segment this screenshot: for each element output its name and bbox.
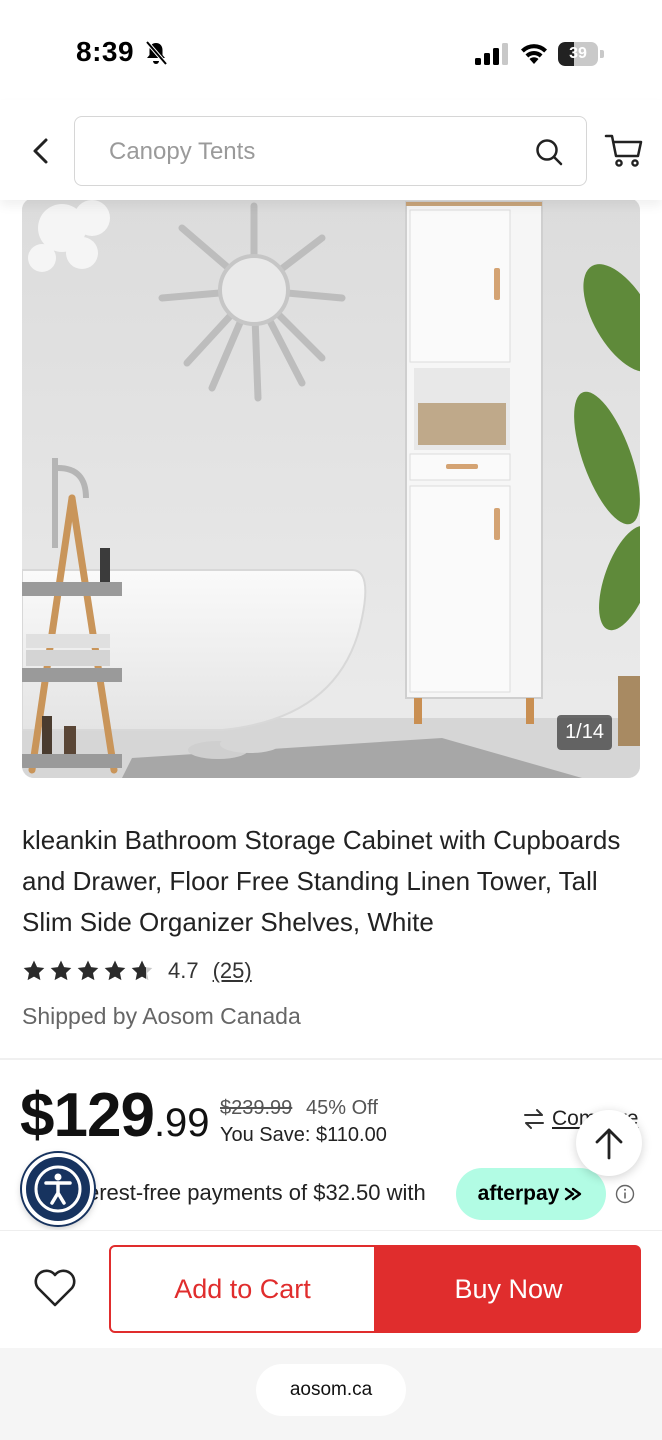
star-icon — [23, 960, 45, 981]
search-icon[interactable] — [534, 137, 564, 167]
star-rating — [22, 959, 154, 983]
you-save: You Save: $110.00 — [220, 1124, 387, 1146]
cellular-signal-icon — [475, 43, 508, 65]
shopping-cart-icon[interactable] — [604, 132, 644, 170]
bottom-action-bar: Add to Cart Buy Now — [0, 1230, 662, 1348]
heart-icon[interactable] — [32, 1267, 78, 1309]
afterpay-label: afterpay — [477, 1182, 560, 1205]
product-image[interactable]: 1/14 — [22, 198, 640, 778]
rating-row[interactable]: 4.7 (25) — [22, 955, 252, 987]
accessibility-icon — [34, 1165, 82, 1213]
arrow-up-icon — [595, 1128, 623, 1160]
image-counter: 1/14 — [557, 715, 612, 750]
compare-arrows-icon — [524, 1109, 544, 1129]
rating-value: 4.7 — [168, 958, 199, 983]
discount-badge: 45% Off — [306, 1097, 378, 1119]
battery-icon: 39 — [558, 42, 604, 66]
shipped-by: Shipped by Aosom Canada — [22, 1003, 301, 1029]
buy-now-button[interactable]: Buy Now — [376, 1245, 641, 1333]
price-cents: .99 — [153, 1101, 210, 1145]
installments-text: erest-free payments of $32.50 with — [87, 1180, 426, 1205]
star-icon — [77, 960, 99, 981]
status-time: 8:39 — [76, 36, 135, 67]
divider — [0, 1058, 662, 1060]
browser-bar: aosom.ca — [0, 1348, 662, 1440]
chevron-left-icon[interactable] — [22, 130, 58, 172]
review-count-link[interactable]: (25) — [213, 958, 252, 984]
add-to-cart-button[interactable]: Add to Cart — [109, 1245, 376, 1333]
star-icon — [131, 960, 153, 981]
scroll-to-top-button[interactable] — [576, 1110, 642, 1176]
price: $129.99 — [20, 1080, 210, 1151]
original-price: $239.99 — [220, 1097, 293, 1119]
search-input[interactable]: Canopy Tents — [74, 116, 587, 186]
header: Canopy Tents — [0, 100, 662, 200]
product-title: kleankin Bathroom Storage Cabinet with C… — [22, 825, 621, 937]
bell-slash-icon — [145, 40, 168, 66]
afterpay-logo-icon — [565, 1187, 582, 1201]
accessibility-button[interactable] — [22, 1153, 94, 1225]
wifi-icon — [521, 44, 547, 64]
star-icon — [104, 960, 126, 981]
search-placeholder: Canopy Tents — [109, 138, 256, 165]
status-bar: 8:39 39 — [0, 0, 662, 100]
price-dollars: $129 — [20, 1081, 155, 1150]
star-icon — [50, 960, 72, 981]
info-icon[interactable] — [615, 1184, 635, 1204]
product-photo — [22, 198, 640, 778]
battery-level: 39 — [569, 45, 587, 62]
url-bar[interactable]: aosom.ca — [256, 1364, 406, 1416]
